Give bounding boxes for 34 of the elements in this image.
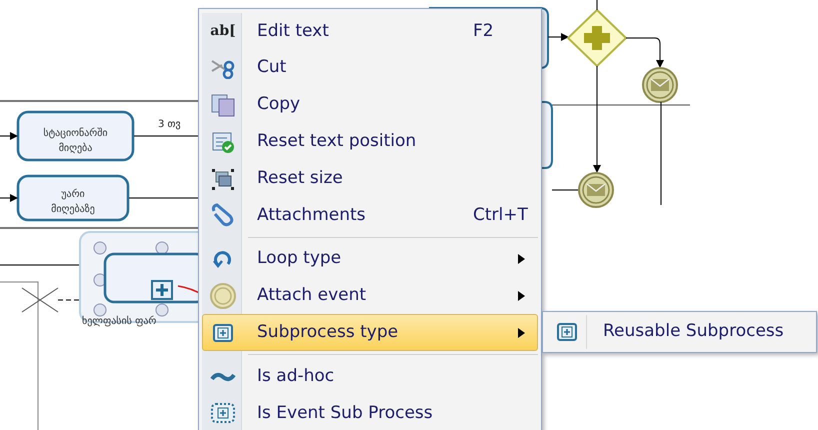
flow-arrow [0, 132, 18, 140]
paperclip-icon [210, 203, 236, 228]
copy-icon [210, 92, 236, 117]
subprocess-marker-icon [151, 280, 173, 300]
parallel-gateway [566, 8, 628, 68]
menu-item[interactable]: Is ad-hoc [202, 358, 538, 395]
task-label: მიღებაზე [51, 204, 95, 215]
message-event-icon [642, 67, 678, 103]
menu-item[interactable]: Loop type [202, 240, 538, 278]
menu-item[interactable]: Attachments Ctrl+T [202, 196, 538, 234]
flow-label: 3 თვ [158, 119, 181, 130]
menu-item[interactable]: Reset text position [202, 123, 538, 160]
sequence-flow [626, 38, 664, 68]
menu-item[interactable]: Cut [202, 50, 538, 87]
subprocess-icon [554, 321, 578, 343]
shortcut-label: Ctrl+T [473, 204, 528, 227]
task-label: მიღება [58, 143, 92, 154]
menu-item[interactable]: Is Event Sub Process [202, 394, 538, 430]
subprocess-icon [211, 322, 235, 344]
message-event-icon [578, 172, 614, 208]
dashed-subprocess-icon [210, 402, 236, 424]
sequence-flow [548, 33, 569, 41]
menu-item[interactable]: Copy [202, 86, 538, 124]
resize-icon [210, 166, 236, 191]
menu-item[interactable]: Reusable Subprocess [546, 314, 813, 350]
flow-arrow [0, 194, 18, 202]
menu-item[interactable]: Subprocess type [202, 314, 538, 352]
task-label: უარი [61, 189, 85, 200]
menu-item[interactable]: Attach event [202, 278, 538, 314]
subprocess-label: ხელფასის ფარ [82, 316, 156, 327]
task-label: სტაციონარში [43, 128, 108, 139]
text-edit-icon: ab[ [210, 23, 236, 40]
document-check-icon [210, 130, 236, 154]
menu-item[interactable]: Reset size [202, 160, 538, 197]
